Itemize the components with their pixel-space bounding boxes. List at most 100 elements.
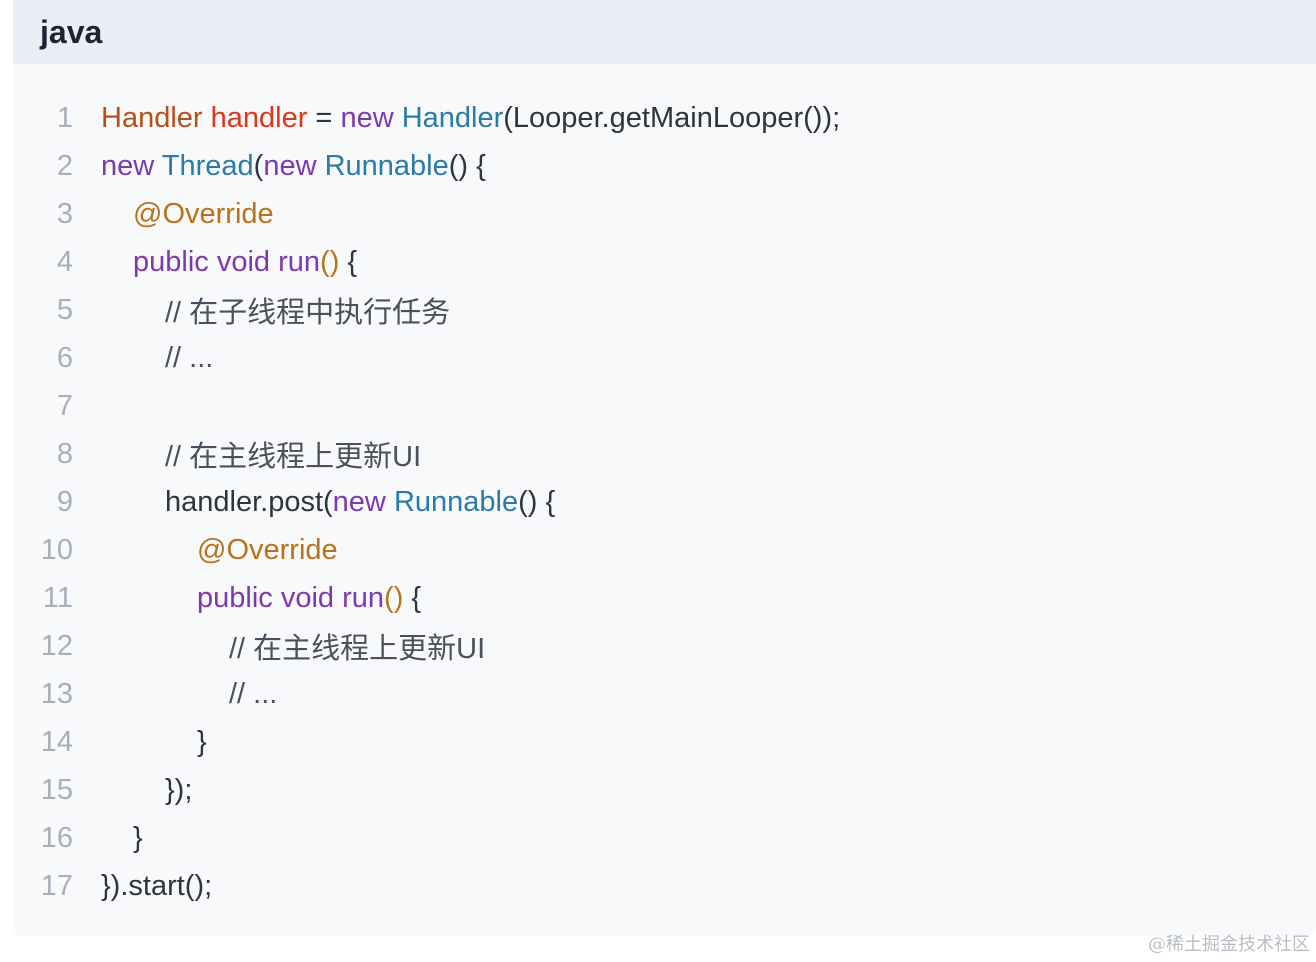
code-token: new — [340, 101, 394, 134]
code-line: 2 new Thread(new Runnable() { — [13, 142, 1316, 190]
code-token: new — [332, 485, 386, 518]
line-number: 12 — [40, 629, 73, 662]
code-token: Thread — [161, 149, 254, 182]
line-number: 8 — [56, 437, 73, 470]
code-text: Handler handler = new Handler(Looper.get… — [101, 102, 840, 135]
code-line: 15}); — [13, 766, 1316, 814]
line-number: 13 — [40, 677, 73, 710]
code-token: Handler — [101, 101, 203, 134]
code-token: }); — [165, 773, 193, 806]
code-language-label: java — [40, 13, 103, 50]
code-text: } — [101, 822, 143, 855]
code-language-header: java — [13, 0, 1316, 64]
code-text: // 在主线程上更新UI — [101, 625, 485, 667]
code-token: Handler — [401, 101, 504, 134]
code-line: 11 public void run() { — [13, 574, 1316, 622]
code-token: run — [278, 245, 321, 278]
code-text: @Override — [101, 534, 338, 567]
code-line: 4 public void run() { — [13, 238, 1316, 286]
code-token: () — [320, 245, 340, 278]
line-number: 1 — [56, 101, 73, 134]
code-token: Runnable — [393, 485, 519, 518]
code-token: void — [280, 581, 335, 614]
code-line: 16} — [13, 814, 1316, 862]
code-token: ( — [253, 149, 264, 182]
code-text: }).start(); — [101, 870, 212, 903]
code-token: // 在主线程上更新UI — [165, 441, 422, 473]
line-number: 9 — [56, 485, 73, 518]
code-token: new — [263, 149, 317, 182]
code-token: { — [403, 581, 422, 614]
code-token: () { — [448, 149, 486, 182]
code-token: // ... — [165, 341, 214, 374]
code-token: Runnable — [324, 149, 449, 182]
line-number: 11 — [42, 581, 73, 614]
code-token: }).start(); — [101, 869, 213, 902]
code-text: } — [101, 726, 207, 759]
code-line: 5 // 在子线程中执行任务 — [13, 286, 1316, 334]
code-token: @Override — [197, 533, 338, 566]
code-line: 3 @Override — [13, 190, 1316, 238]
code-token: // 在主线程上更新UI — [229, 633, 486, 665]
code-line: 14} — [13, 718, 1316, 766]
code-token: new — [101, 149, 155, 182]
code-token: handler.post( — [165, 485, 333, 518]
code-text: new Thread(new Runnable() { — [101, 150, 486, 183]
code-token: } — [197, 725, 207, 758]
code-token: @Override — [133, 197, 274, 230]
line-number: 14 — [40, 725, 73, 758]
code-block: java 1 Handler handler = new Handler(Loop… — [13, 0, 1316, 936]
code-token: run — [342, 581, 385, 614]
code-token: { — [339, 245, 358, 278]
code-text: handler.post(new Runnable() { — [101, 486, 555, 519]
code-line: 7 — [13, 382, 1316, 430]
code-line: 17 }).start(); — [13, 862, 1316, 910]
code-text: }); — [101, 774, 192, 807]
code-line: 8 // 在主线程上更新UI — [13, 430, 1316, 478]
code-token: = — [307, 101, 341, 134]
code-token: // 在子线程中执行任务 — [165, 297, 451, 329]
code-token: handler — [210, 101, 308, 134]
code-text: public void run() { — [101, 246, 357, 279]
watermark: @稀土掘金技术社区 — [1148, 934, 1310, 955]
code-line: 6 // ... — [13, 334, 1316, 382]
code-token: () — [384, 581, 404, 614]
code-text: @Override — [101, 198, 274, 231]
code-text: // 在主线程上更新UI — [101, 433, 421, 475]
code-token: // ... — [229, 677, 278, 710]
code-text: // ... — [101, 342, 213, 375]
code-line: 9 handler.post(new Runnable() { — [13, 478, 1316, 526]
line-number: 7 — [56, 389, 73, 422]
code-line: 10 @Override — [13, 526, 1316, 574]
line-number: 17 — [40, 869, 73, 902]
code-token: public — [133, 245, 209, 278]
code-text: // 在子线程中执行任务 — [101, 289, 450, 331]
code-token: void — [216, 245, 271, 278]
code-text: // ... — [101, 678, 277, 711]
code-line: 1 Handler handler = new Handler(Looper.ge… — [13, 94, 1316, 142]
line-number: 10 — [40, 533, 73, 566]
line-number: 15 — [40, 773, 73, 806]
code-token: (Looper.getMainLooper()); — [503, 101, 841, 134]
line-number: 3 — [56, 197, 73, 230]
line-number: 16 — [40, 821, 73, 854]
code-token: } — [133, 821, 143, 854]
code-token: () { — [518, 485, 556, 518]
line-number: 4 — [56, 245, 73, 278]
code-line: 13 // ... — [13, 670, 1316, 718]
code-token: public — [197, 581, 273, 614]
line-number: 5 — [56, 293, 73, 326]
code-text: public void run() { — [101, 582, 421, 615]
line-number: 6 — [56, 341, 73, 374]
code-line: 12 // 在主线程上更新UI — [13, 622, 1316, 670]
line-number: 2 — [56, 149, 73, 182]
